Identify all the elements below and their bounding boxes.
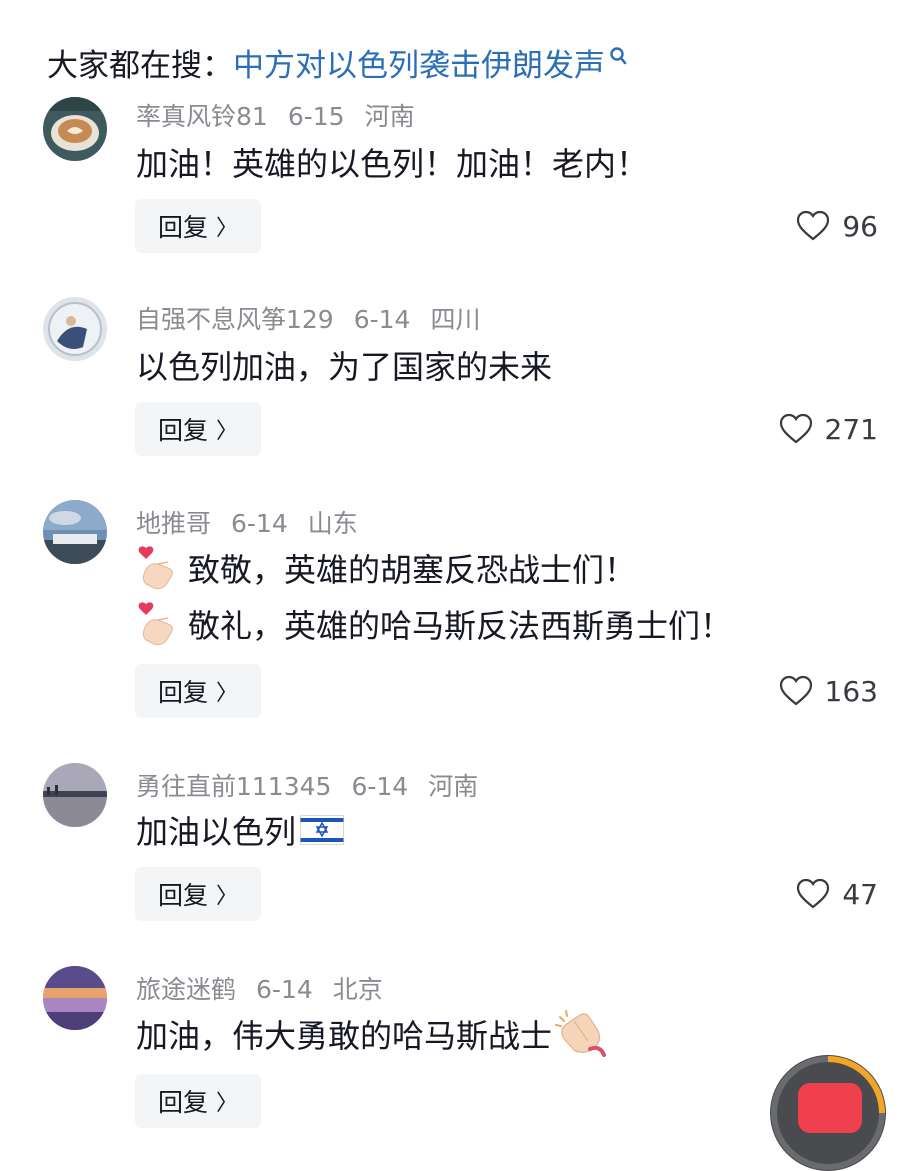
username[interactable]: 勇往直前111345 bbox=[136, 772, 331, 801]
comment-location: 北京 bbox=[332, 975, 383, 1004]
reply-label: 回复 bbox=[157, 416, 208, 445]
avatar[interactable] bbox=[43, 97, 107, 161]
floating-video-button[interactable] bbox=[770, 1055, 886, 1171]
comment-text: 以色列加油，为了国家的未来 bbox=[136, 341, 552, 389]
like-button[interactable]: 47 bbox=[796, 874, 878, 914]
red-envelope-icon bbox=[798, 1083, 862, 1133]
avatar[interactable] bbox=[43, 500, 107, 564]
comment-text-line: 加油！英雄的以色列！加油！老内！ bbox=[136, 145, 649, 183]
search-suggestion[interactable]: 大家都在搜： 中方对以色列袭击伊朗发声 bbox=[47, 38, 629, 86]
heart-outline-icon bbox=[779, 675, 812, 706]
avatar[interactable] bbox=[43, 966, 107, 1030]
reply-button[interactable]: 回复〉 bbox=[135, 664, 261, 718]
heart-outline-icon bbox=[797, 210, 830, 241]
comment-location: 四川 bbox=[430, 305, 481, 334]
like-button[interactable]: 163 bbox=[779, 671, 878, 711]
comment-meta: 率真风铃81 6-15 河南 bbox=[136, 97, 435, 133]
chevron-right-icon: 〉 bbox=[216, 216, 239, 241]
heart-outline-icon bbox=[797, 878, 830, 909]
israel-flag-emoji bbox=[300, 815, 345, 845]
finger-heart-emoji bbox=[136, 544, 184, 592]
comment-meta: 勇往直前111345 6-14 河南 bbox=[136, 767, 498, 803]
comment-text-line: 加油，伟大勇敢的哈马斯战士 bbox=[136, 1017, 553, 1055]
heart-outline-icon bbox=[779, 413, 812, 444]
comment-text: 致敬，英雄的胡塞反恐战士们！ bbox=[136, 542, 636, 594]
like-button[interactable]: 96 bbox=[796, 206, 878, 246]
reply-label: 回复 bbox=[157, 1088, 208, 1117]
comment-meta: 地推哥 6-14 山东 bbox=[136, 504, 378, 540]
avatar[interactable] bbox=[43, 297, 107, 361]
comment-date: 6-14 bbox=[256, 975, 313, 1004]
comment-text: 敬礼，英雄的哈马斯反法西斯勇士们！ bbox=[136, 598, 732, 650]
username[interactable]: 旅途迷鹤 bbox=[136, 975, 236, 1004]
comment-text: 加油！英雄的以色列！加油！老内！ bbox=[136, 138, 648, 186]
comment-text-line: 加油以色列 bbox=[136, 813, 297, 851]
comment-meta: 旅途迷鹤 6-14 北京 bbox=[136, 970, 403, 1006]
comment-location: 河南 bbox=[364, 102, 415, 131]
like-button[interactable]: 271 bbox=[779, 409, 878, 449]
reply-button[interactable]: 回复〉 bbox=[135, 867, 261, 921]
like-count: 271 bbox=[824, 412, 878, 446]
comment-text-line: 敬礼，英雄的哈马斯反法西斯勇士们！ bbox=[188, 607, 733, 645]
reply-button[interactable]: 回复〉 bbox=[135, 199, 261, 253]
clapping-hands-emoji bbox=[554, 1009, 608, 1059]
comment-text-line: 以色列加油，为了国家的未来 bbox=[136, 348, 553, 386]
comment-date: 6-14 bbox=[351, 772, 409, 801]
comment-location: 山东 bbox=[307, 509, 358, 538]
chevron-right-icon: 〉 bbox=[216, 681, 239, 706]
username[interactable]: 自强不息风筝129 bbox=[136, 305, 334, 334]
reply-label: 回复 bbox=[157, 678, 208, 707]
comment-text-line: 致敬，英雄的胡塞反恐战士们！ bbox=[188, 551, 637, 589]
avatar[interactable] bbox=[43, 763, 107, 827]
search-icon[interactable] bbox=[609, 42, 629, 66]
search-prefix: 大家都在搜： bbox=[47, 47, 233, 84]
like-count: 163 bbox=[824, 674, 878, 708]
comment-meta: 自强不息风筝129 6-14 四川 bbox=[136, 300, 500, 336]
comment-location: 河南 bbox=[428, 772, 479, 801]
comment-text: 加油以色列 bbox=[136, 806, 345, 854]
reply-button[interactable]: 回复〉 bbox=[135, 402, 261, 456]
reply-label: 回复 bbox=[157, 881, 208, 910]
like-count: 47 bbox=[842, 877, 878, 911]
comment-date: 6-14 bbox=[353, 305, 411, 334]
like-count: 96 bbox=[842, 209, 878, 243]
chevron-right-icon: 〉 bbox=[216, 419, 239, 444]
username[interactable]: 地推哥 bbox=[136, 509, 211, 538]
comment-date: 6-15 bbox=[287, 102, 345, 131]
reply-button[interactable]: 回复〉 bbox=[135, 1074, 261, 1128]
comment-date: 6-14 bbox=[231, 509, 288, 538]
username[interactable]: 率真风铃81 bbox=[136, 102, 268, 131]
comment-text: 加油，伟大勇敢的哈马斯战士 bbox=[136, 1008, 608, 1060]
reply-label: 回复 bbox=[157, 213, 208, 242]
search-query-link[interactable]: 中方对以色列袭击伊朗发声 bbox=[233, 40, 605, 85]
finger-heart-emoji bbox=[136, 600, 184, 648]
chevron-right-icon: 〉 bbox=[216, 884, 239, 909]
chevron-right-icon: 〉 bbox=[216, 1091, 239, 1116]
